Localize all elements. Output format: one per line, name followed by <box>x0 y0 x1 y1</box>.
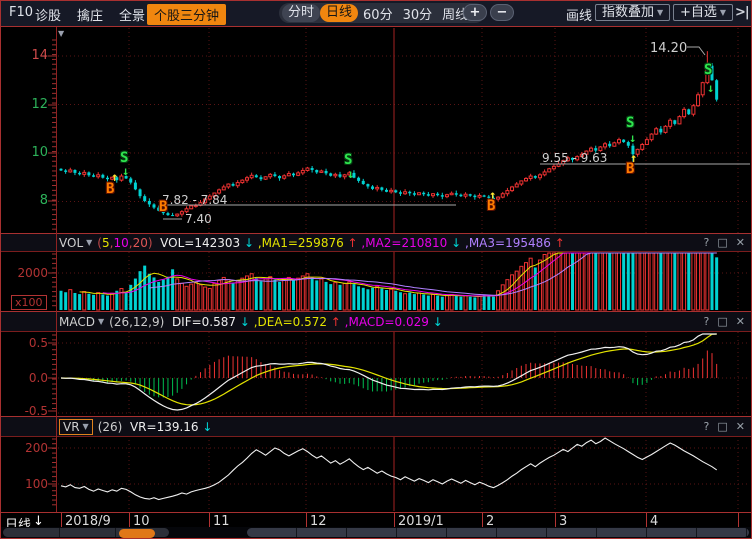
vol-indicator-selector[interactable]: VOL▼ <box>59 236 92 250</box>
readout-segment: ↑ <box>344 236 358 250</box>
macd-lines <box>61 334 717 410</box>
readout-segment: ↓ <box>240 236 254 250</box>
readout-segment: ↓ <box>199 420 213 434</box>
readout-segment: 10 <box>113 236 128 250</box>
volume-bars <box>60 253 719 310</box>
readout-segment: DIF=0.587 <box>172 315 236 329</box>
maximize-icon[interactable]: □ <box>717 420 727 433</box>
period-tab-group: 分时 日线 60分 30分 周线▼ <box>279 3 485 23</box>
scrollbar-track-left[interactable] <box>3 528 169 537</box>
time-axis: 日线↓ 2018/91011122019/1234 <box>1 512 751 528</box>
time-tick <box>482 513 483 528</box>
time-tick <box>129 513 130 528</box>
diagnose-stock-button[interactable]: 诊股 <box>35 5 61 24</box>
chevron-down-icon: ▼ <box>98 317 104 326</box>
catch-banker-button[interactable]: 擒庄 <box>77 5 103 24</box>
vr-readout: (26) VR=139.16 ↓ <box>98 420 213 434</box>
main-indicator-caret[interactable]: ▼ <box>58 29 64 38</box>
readout-segment: ↓ <box>429 315 443 329</box>
chevron-down-icon: ▼ <box>86 238 92 247</box>
tab-60min[interactable]: 60分 <box>358 4 398 23</box>
vol-panel-header: VOL▼ (5,10,20) VOL=142303 ↓ ,MA1=259876 … <box>1 233 751 252</box>
readout-segment: (26) <box>98 420 130 434</box>
readout-segment: 20 <box>133 236 148 250</box>
readout-segment: ,MA1=259876 <box>254 236 344 250</box>
readout-segment: ↓ <box>236 315 250 329</box>
close-icon[interactable]: ✕ <box>736 236 745 249</box>
price-axis-line <box>56 27 57 512</box>
readout-segment: VR=139.16 <box>130 420 199 434</box>
chevron-down-icon: ▼ <box>657 5 663 21</box>
volume-unit-badge: x100 <box>11 295 47 310</box>
readout-segment: ) <box>148 236 160 250</box>
macd-histogram <box>61 351 717 398</box>
help-icon[interactable]: ? <box>704 315 710 328</box>
time-tick <box>555 513 556 528</box>
vr-indicator-selector[interactable]: VR▼ <box>59 419 93 435</box>
readout-segment: 5 <box>102 236 110 250</box>
readout-segment: VOL=142303 <box>160 236 240 250</box>
time-tick <box>394 513 395 528</box>
readout-segment: ,MA3=195486 <box>461 236 551 250</box>
tab-30min[interactable]: 30分 <box>398 4 438 23</box>
help-icon[interactable]: ? <box>704 420 710 433</box>
chevron-down-icon: ▼ <box>83 422 89 431</box>
readout-segment: ↑ <box>551 236 565 250</box>
time-tick <box>306 513 307 528</box>
scrollbar-thumb[interactable] <box>119 529 155 538</box>
scrollbar-track-right[interactable] <box>247 528 749 537</box>
zoom-in-button[interactable]: + <box>463 4 487 21</box>
readout-segment: (26,12,9) <box>109 315 172 329</box>
index-overlay-dropdown[interactable]: 指数叠加▼ <box>595 4 670 21</box>
volume-ma-lines <box>80 253 717 297</box>
collapse-panel-icon[interactable]: >| <box>735 5 749 20</box>
stock-3min-button[interactable]: 个股三分钟 <box>147 4 226 25</box>
readout-segment: ,MA2=210810 <box>358 236 448 250</box>
time-tick <box>738 513 739 528</box>
chevron-down-icon: ▼ <box>720 5 726 21</box>
tab-daily[interactable]: 日线 <box>320 4 358 22</box>
chart-scrollbar <box>1 527 751 538</box>
time-tick <box>61 513 62 528</box>
readout-segment: ,DEA=0.572 <box>250 315 327 329</box>
time-tick <box>209 513 210 528</box>
close-icon[interactable]: ✕ <box>736 315 745 328</box>
readout-segment: ↑ <box>327 315 341 329</box>
time-tick <box>646 513 647 528</box>
charts-canvas[interactable] <box>1 1 751 538</box>
vr-panel-header: VR▼ (26) VR=139.16 ↓ ? □ ✕ <box>1 416 751 437</box>
macd-readout: (26,12,9) DIF=0.587 ↓ ,DEA=0.572 ↑ ,MACD… <box>109 315 443 329</box>
maximize-icon[interactable]: □ <box>717 236 727 249</box>
readout-segment: ,MACD=0.029 <box>341 315 429 329</box>
toolbar: F10 诊股 擒庄 全景 个股三分钟 分时 日线 60分 30分 周线▼ + −… <box>1 1 751 27</box>
stock-app-window: F10 诊股 擒庄 全景 个股三分钟 分时 日线 60分 30分 周线▼ + −… <box>0 0 752 539</box>
macd-panel-header: MACD▼ (26,12,9) DIF=0.587 ↓ ,DEA=0.572 ↑… <box>1 311 751 332</box>
zoom-out-button[interactable]: − <box>490 4 514 21</box>
draw-line-button[interactable]: 画线 <box>566 5 592 24</box>
vr-line <box>61 438 717 500</box>
close-icon[interactable]: ✕ <box>736 420 745 433</box>
candles <box>60 51 719 217</box>
tab-minute[interactable]: 分时 <box>282 4 320 22</box>
help-icon[interactable]: ? <box>704 236 710 249</box>
readout-segment: ↓ <box>447 236 461 250</box>
add-watchlist-dropdown[interactable]: +自选▼ <box>673 4 733 21</box>
vol-readout: (5,10,20) VOL=142303 ↓ ,MA1=259876 ↑ ,MA… <box>97 236 564 250</box>
maximize-icon[interactable]: □ <box>717 315 727 328</box>
f10-button[interactable]: F10 <box>9 5 33 20</box>
macd-indicator-selector[interactable]: MACD▼ <box>59 315 104 329</box>
panorama-button[interactable]: 全景 <box>119 5 145 24</box>
